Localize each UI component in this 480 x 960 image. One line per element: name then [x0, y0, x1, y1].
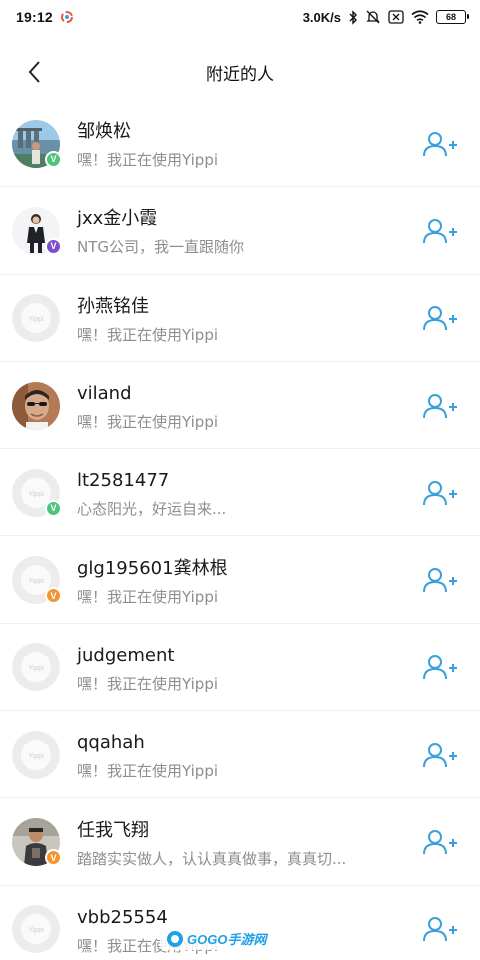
user-row[interactable]: Yippi Vlt2581477 心态阳光，好运自来...: [0, 449, 480, 537]
avatar[interactable]: Yippi V: [12, 468, 62, 517]
add-user-icon: [423, 830, 457, 855]
verified-badge-icon: V: [45, 150, 62, 168]
watermark: GOGO手游网: [160, 927, 273, 950]
user-status: 嘿！我正在使用Yippi: [77, 413, 219, 432]
user-name: 邹焕松: [77, 121, 131, 143]
default-avatar: Yippi: [12, 294, 60, 343]
user-info: judgement 嘿！我正在使用Yippi: [77, 641, 420, 694]
avatar[interactable]: Yippi: [12, 294, 60, 343]
user-row[interactable]: V 邹焕松嘿！我正在使用Yippi: [0, 100, 480, 188]
bluetooth-icon: [348, 9, 358, 25]
user-status: 心态阳光，好运自来...: [77, 500, 227, 519]
add-user-icon: [423, 306, 457, 331]
user-info: 邹焕松嘿！我正在使用Yippi: [77, 117, 420, 170]
user-info: lt2581477 心态阳光，好运自来...: [77, 466, 420, 519]
add-friend-button[interactable]: [420, 473, 460, 513]
app-notification-icon: [60, 11, 73, 23]
user-status: 嘿！我正在使用Yippi: [77, 325, 219, 344]
user-name: lt2581477: [77, 470, 170, 492]
verified-badge-icon: V: [45, 849, 62, 867]
avatar[interactable]: V: [12, 119, 62, 168]
avatar-text: Yippi: [28, 316, 44, 323]
default-avatar: Yippi: [12, 643, 60, 692]
user-name: glg195601龚林根: [77, 557, 228, 579]
user-info: glg195601龚林根 嘿！我正在使用Yippi: [77, 554, 420, 607]
verified-badge-icon: V: [45, 237, 62, 255]
user-name: 任我飞翔: [77, 819, 149, 841]
avatar[interactable]: V: [12, 206, 62, 255]
user-status: 嘿！我正在使用Yippi: [77, 674, 219, 693]
add-user-icon: [423, 655, 457, 680]
add-user-icon: [423, 742, 457, 767]
nearby-users-list: V 邹焕松嘿！我正在使用Yippi Vjxx金小霞 NTG公司，我一直跟随你 Yippi…: [0, 100, 480, 960]
mute-icon: [365, 9, 381, 25]
sim-icon: [388, 10, 404, 24]
user-name: 孙燕铭佳: [77, 295, 149, 317]
user-info: 任我飞翔踏踏实实做人，认认真真做事，真真切...: [77, 816, 420, 869]
page-title: 附近的人: [206, 64, 274, 85]
add-friend-button[interactable]: [420, 386, 460, 426]
add-user-icon: [423, 393, 457, 418]
avatar[interactable]: Yippi: [12, 730, 60, 779]
add-user-icon: [423, 568, 457, 593]
verified-badge-icon: V: [45, 587, 62, 605]
avatar-text: Yippi: [28, 927, 44, 934]
user-avatar: [12, 381, 60, 430]
add-user-icon: [423, 131, 457, 156]
add-user-icon: [423, 218, 457, 243]
user-name: judgement: [77, 644, 175, 666]
network-speed: 3.0K/s: [302, 9, 341, 25]
avatar-text: Yippi: [28, 665, 44, 672]
user-name: jxx金小霞: [77, 208, 158, 230]
watermark-text: GOGO手游网: [187, 932, 267, 947]
avatar[interactable]: [12, 381, 60, 430]
user-name: viland: [77, 383, 132, 405]
add-friend-button[interactable]: [420, 211, 460, 251]
battery-icon: 68: [436, 10, 469, 24]
user-info: 孙燕铭佳嘿！我正在使用Yippi: [77, 292, 420, 345]
wifi-icon: [411, 10, 429, 24]
user-info: viland 嘿！我正在使用Yippi: [77, 379, 420, 432]
user-status: NTG公司，我一直跟随你: [77, 238, 245, 257]
add-friend-button[interactable]: [420, 822, 460, 862]
avatar-text: Yippi: [28, 578, 44, 585]
user-row[interactable]: Vjxx金小霞 NTG公司，我一直跟随你: [0, 187, 480, 275]
add-user-icon: [423, 917, 457, 942]
user-info: jxx金小霞 NTG公司，我一直跟随你: [77, 204, 420, 257]
default-avatar: Yippi: [12, 730, 60, 779]
back-button[interactable]: [16, 54, 52, 90]
user-row[interactable]: V 任我飞翔踏踏实实做人，认认真真做事，真真切...: [0, 798, 480, 886]
user-row[interactable]: viland 嘿！我正在使用Yippi: [0, 362, 480, 450]
user-row[interactable]: Yippi Vglg195601龚林根 嘿！我正在使用Yippi: [0, 536, 480, 625]
user-status: 嘿！我正在使用Yippi: [77, 587, 219, 606]
avatar[interactable]: Yippi V: [12, 556, 62, 605]
user-row[interactable]: Yippi 孙燕铭佳嘿！我正在使用Yippi: [0, 275, 480, 363]
avatar-text: Yippi: [28, 491, 44, 498]
user-info: qqahah 嘿！我正在使用Yippi: [77, 728, 420, 781]
add-user-icon: [423, 480, 457, 505]
avatar-text: Yippi: [28, 753, 44, 760]
watermark-logo-icon: [167, 930, 183, 947]
user-status: 嘿！我正在使用Yippi: [77, 762, 219, 781]
avatar[interactable]: V: [12, 818, 62, 867]
add-friend-button[interactable]: [420, 735, 460, 775]
chevron-left-icon: [28, 61, 40, 83]
add-friend-button[interactable]: [420, 909, 460, 949]
user-name: qqahah: [77, 732, 145, 754]
nav-bar: 附近的人: [0, 40, 480, 104]
default-avatar: Yippi: [12, 905, 60, 954]
status-time: 19:12: [16, 9, 53, 25]
avatar[interactable]: Yippi: [12, 905, 60, 954]
user-status: 嘿！我正在使用Yippi: [77, 151, 219, 170]
user-row[interactable]: Yippi qqahah 嘿！我正在使用Yippi: [0, 711, 480, 799]
add-friend-button[interactable]: [420, 124, 460, 164]
user-status: 踏踏实实做人，认认真真做事，真真切...: [77, 849, 347, 868]
avatar[interactable]: Yippi: [12, 643, 60, 692]
add-friend-button[interactable]: [420, 298, 460, 338]
status-bar: 19:12 3.0K/s 68: [0, 0, 480, 34]
verified-badge-icon: V: [45, 499, 62, 517]
add-friend-button[interactable]: [420, 560, 460, 600]
user-row[interactable]: Yippi judgement 嘿！我正在使用Yippi: [0, 624, 480, 712]
add-friend-button[interactable]: [420, 647, 460, 687]
